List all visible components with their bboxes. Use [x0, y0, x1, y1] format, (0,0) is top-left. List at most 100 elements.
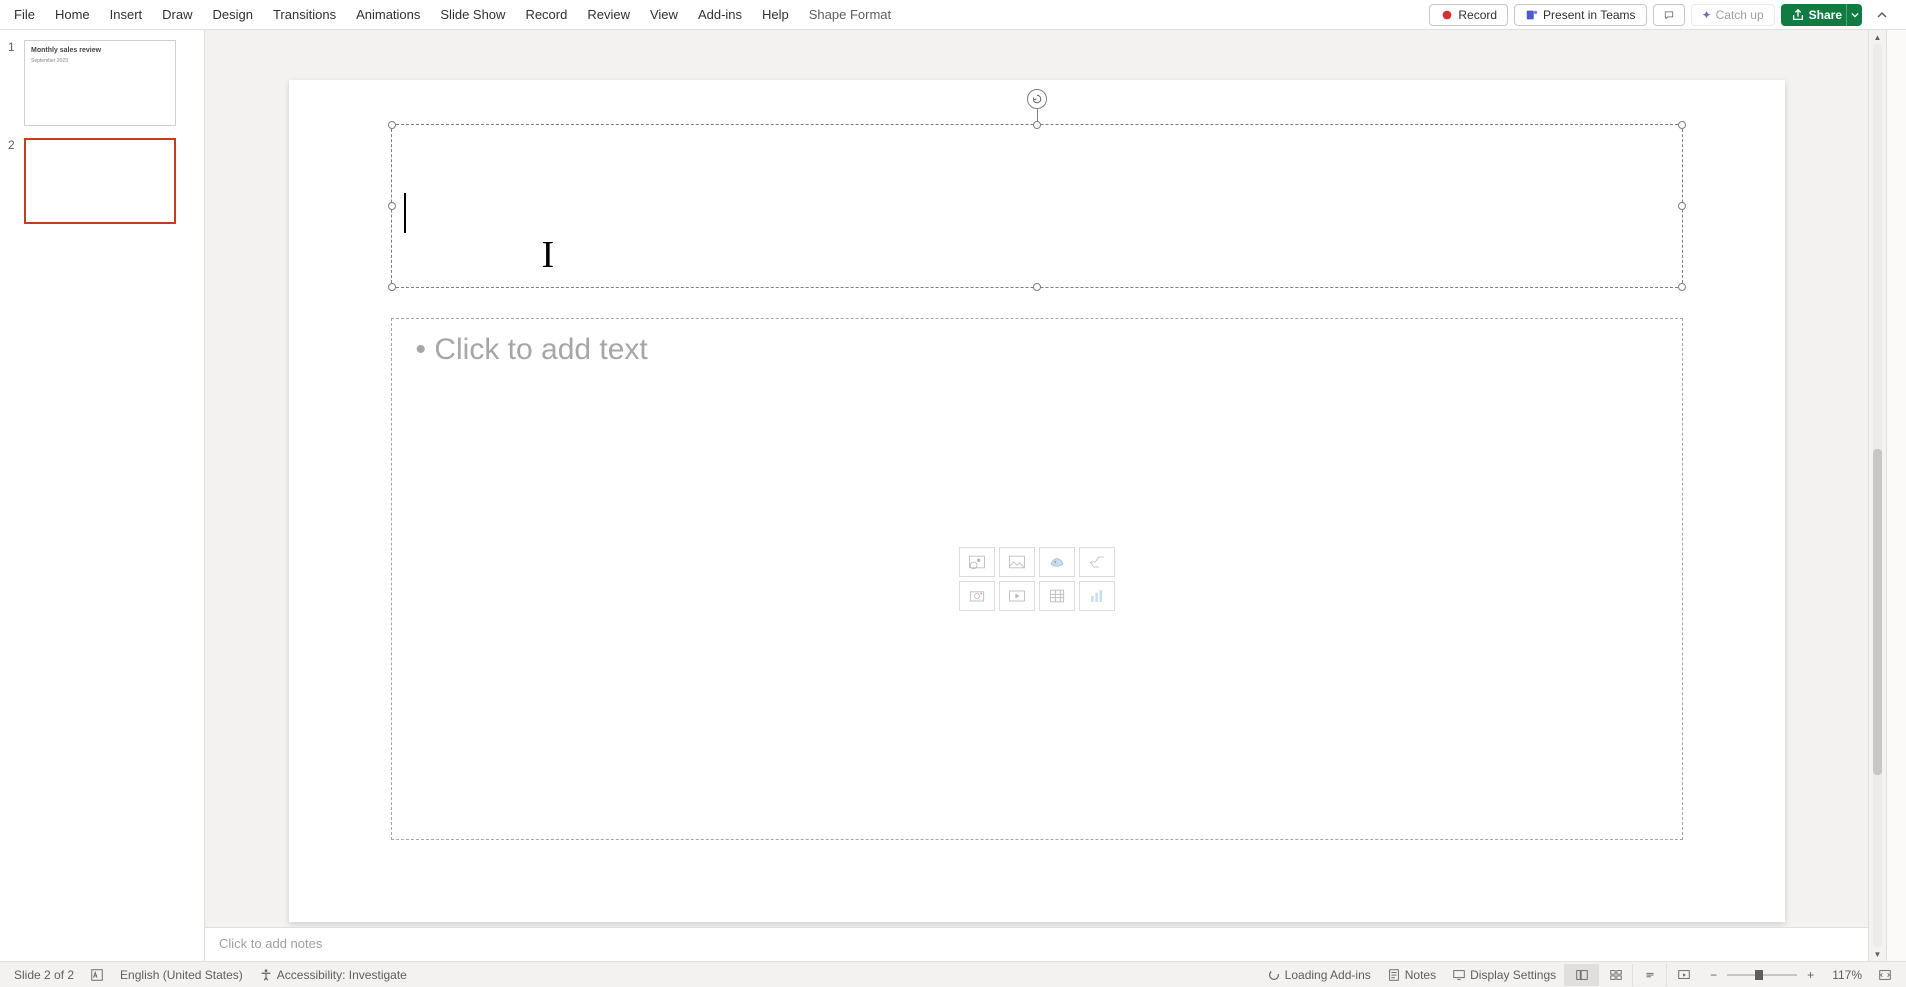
- menu-help[interactable]: Help: [752, 0, 799, 29]
- picture-icon: [1006, 552, 1028, 572]
- insert-video-button[interactable]: [999, 581, 1035, 611]
- title-placeholder[interactable]: I: [391, 124, 1683, 288]
- thumbnail-row-2: 2: [8, 138, 196, 224]
- slideshow-icon: [1677, 968, 1691, 982]
- resize-handle-tl[interactable]: [388, 121, 396, 129]
- menu-draw[interactable]: Draw: [152, 0, 202, 29]
- comment-icon: [1664, 8, 1674, 22]
- scroll-thumb[interactable]: [1873, 449, 1882, 775]
- thumbnail-row-1: 1 Monthly sales review September 2023: [8, 40, 196, 126]
- menu-design[interactable]: Design: [203, 0, 263, 29]
- rotate-handle[interactable]: [1027, 89, 1047, 109]
- comments-button[interactable]: [1653, 4, 1685, 26]
- content-placeholder[interactable]: Click to add text: [391, 318, 1683, 840]
- resize-handle-mr[interactable]: [1678, 202, 1686, 210]
- present-in-teams-button[interactable]: Present in Teams: [1514, 4, 1647, 26]
- slide-canvas-area[interactable]: I Click to add text: [205, 30, 1868, 927]
- menu-record[interactable]: Record: [515, 0, 577, 29]
- menu-file[interactable]: File: [4, 0, 45, 29]
- record-button[interactable]: Record: [1429, 4, 1508, 26]
- view-buttons: [1564, 964, 1700, 986]
- slide-counter: Slide 2 of 2: [6, 962, 82, 987]
- share-button[interactable]: Share: [1781, 4, 1852, 26]
- notes-toggle-button[interactable]: Notes: [1379, 962, 1444, 987]
- share-dropdown[interactable]: [1846, 4, 1862, 26]
- rotate-icon: [1031, 93, 1043, 105]
- sorter-view-icon: [1609, 968, 1623, 982]
- chart-icon: [1086, 586, 1108, 606]
- present-teams-label: Present in Teams: [1543, 8, 1636, 22]
- record-label: Record: [1458, 8, 1497, 22]
- slide-thumbnail-panel[interactable]: 1 Monthly sales review September 2023 2: [0, 30, 205, 961]
- language-button[interactable]: English (United States): [112, 962, 251, 987]
- menu-tabs: File Home Insert Draw Design Transitions…: [4, 0, 901, 29]
- zoom-slider-thumb[interactable]: [1755, 970, 1763, 980]
- insert-icon-button[interactable]: [1039, 547, 1075, 577]
- menu-animations[interactable]: Animations: [346, 0, 430, 29]
- content-insert-icons: [959, 547, 1115, 611]
- slide-sorter-view-button[interactable]: [1598, 964, 1632, 986]
- share-label: Share: [1809, 8, 1842, 22]
- thumbnail-preview: Monthly sales review September 2023: [31, 47, 169, 119]
- menu-insert[interactable]: Insert: [100, 0, 153, 29]
- resize-handle-ml[interactable]: [388, 202, 396, 210]
- insert-picture-button[interactable]: [999, 547, 1035, 577]
- thumbnail-slide-1[interactable]: Monthly sales review September 2023: [24, 40, 176, 126]
- normal-view-button[interactable]: [1564, 964, 1598, 986]
- thumbnail-preview: [32, 146, 168, 216]
- text-cursor-icon: I: [542, 233, 555, 277]
- resize-handle-tr[interactable]: [1678, 121, 1686, 129]
- table-icon: [1046, 586, 1068, 606]
- fit-to-window-button[interactable]: [1870, 962, 1900, 987]
- teams-icon: [1525, 8, 1539, 22]
- display-settings-button[interactable]: Display Settings: [1444, 962, 1564, 987]
- resize-handle-br[interactable]: [1678, 283, 1686, 291]
- menu-view[interactable]: View: [640, 0, 688, 29]
- slideshow-view-button[interactable]: [1666, 964, 1700, 986]
- thumbnail-number: 1: [8, 40, 18, 126]
- catch-up-label: Catch up: [1716, 8, 1764, 22]
- zoom-slider-track[interactable]: [1727, 974, 1797, 976]
- resize-handle-tm[interactable]: [1033, 121, 1041, 129]
- resize-handle-bl[interactable]: [388, 283, 396, 291]
- insert-cameo-button[interactable]: [959, 581, 995, 611]
- reading-view-icon: [1643, 968, 1657, 982]
- menu-home[interactable]: Home: [45, 0, 100, 29]
- menu-bar: File Home Insert Draw Design Transitions…: [0, 0, 1906, 30]
- resize-handle-bm[interactable]: [1033, 283, 1041, 291]
- accessibility-button[interactable]: Accessibility: Investigate: [251, 962, 415, 987]
- insert-smartart-button[interactable]: [1079, 547, 1115, 577]
- insert-table-button[interactable]: [1039, 581, 1075, 611]
- menu-transitions[interactable]: Transitions: [263, 0, 346, 29]
- notes-placeholder: Click to add notes: [219, 936, 322, 951]
- notes-icon: [1387, 968, 1401, 982]
- menu-add-ins[interactable]: Add-ins: [688, 0, 752, 29]
- vertical-scrollbar[interactable]: ▲ ▼: [1868, 30, 1886, 961]
- scroll-down-button[interactable]: ▼: [1869, 947, 1886, 961]
- spell-check-button[interactable]: [82, 962, 112, 987]
- zoom-level-button[interactable]: 117%: [1824, 962, 1870, 987]
- notes-label: Notes: [1405, 968, 1436, 982]
- thumbnail-slide-2[interactable]: [24, 138, 176, 224]
- zoom-in-button[interactable]: +: [1803, 968, 1818, 982]
- menu-slide-show[interactable]: Slide Show: [430, 0, 515, 29]
- accessibility-label: Accessibility: Investigate: [277, 968, 407, 982]
- collapse-ribbon-button[interactable]: [1868, 8, 1896, 22]
- notes-pane[interactable]: Click to add notes: [205, 927, 1868, 961]
- side-rail: [1886, 30, 1906, 961]
- loading-addins-status: Loading Add-ins: [1259, 962, 1379, 987]
- insert-chart-button[interactable]: [1079, 581, 1115, 611]
- zoom-out-button[interactable]: −: [1706, 968, 1721, 982]
- menu-review[interactable]: Review: [577, 0, 640, 29]
- catch-up-button[interactable]: ✦ Catch up: [1691, 4, 1775, 26]
- menu-shape-format[interactable]: Shape Format: [799, 0, 901, 29]
- slide[interactable]: I Click to add text: [289, 80, 1785, 922]
- menu-actions: Record Present in Teams ✦ Catch up Share: [1429, 0, 1902, 29]
- scroll-up-button[interactable]: ▲: [1869, 30, 1886, 44]
- content-placeholder-text: Click to add text: [416, 333, 1658, 367]
- display-settings-label: Display Settings: [1470, 968, 1556, 982]
- insert-stock-image-button[interactable]: [959, 547, 995, 577]
- display-icon: [1452, 968, 1466, 982]
- reading-view-button[interactable]: [1632, 964, 1666, 986]
- loading-addins-label: Loading Add-ins: [1285, 968, 1371, 982]
